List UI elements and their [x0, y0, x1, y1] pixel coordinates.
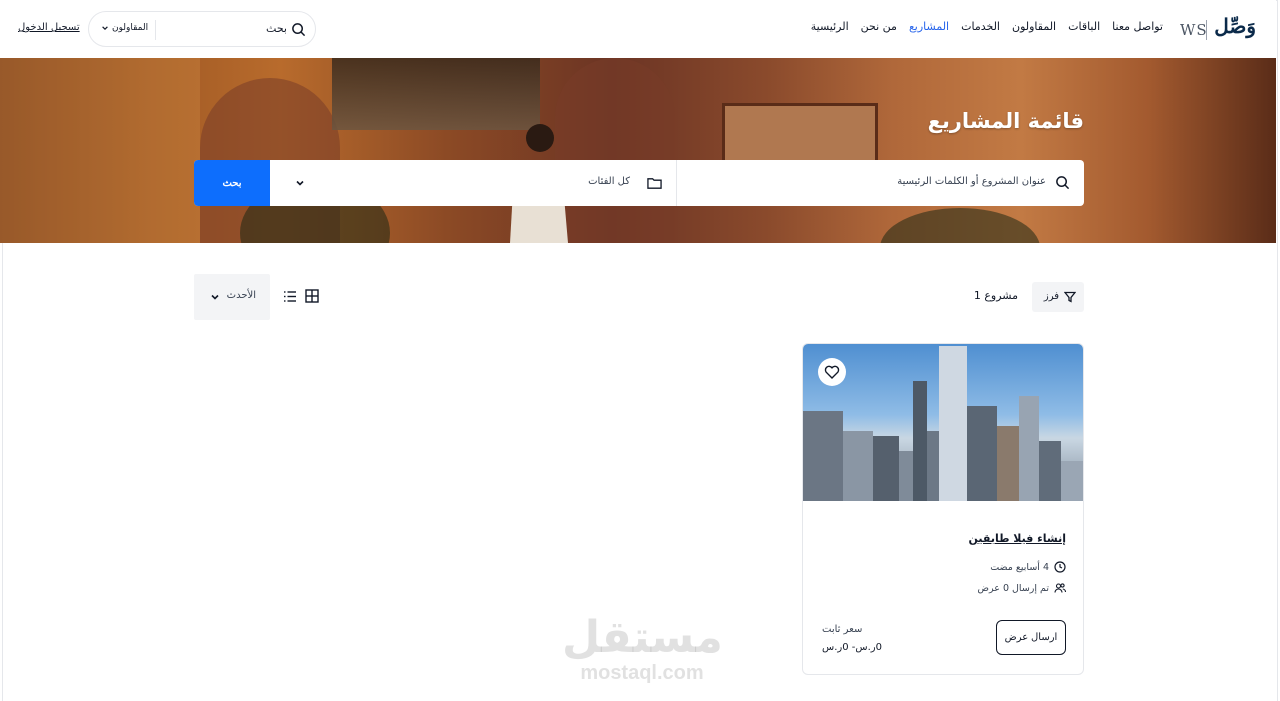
site-logo[interactable]: وَصِّل WS — [1180, 14, 1256, 44]
watermark-arabic: مستقل — [562, 612, 723, 663]
filter-icon — [1064, 291, 1076, 303]
header-search[interactable]: بحث المقاولون — [88, 11, 316, 47]
nav-contractors[interactable]: المقاولون — [1012, 20, 1056, 33]
filter-button-label: فرز — [1043, 291, 1059, 302]
city-building — [939, 346, 967, 501]
chevron-down-icon — [211, 294, 219, 300]
header-search-category-label: المقاولون — [112, 23, 149, 33]
page-title: قائمة المشاريع — [927, 109, 1084, 133]
nav-contact[interactable]: تواصل معنا — [1112, 20, 1163, 33]
city-building — [927, 431, 939, 501]
project-offers-count: تم إرسال 0 عرض — [978, 582, 1066, 594]
logo-arabic-text: وَصِّل — [1214, 14, 1256, 38]
nav-packages[interactable]: الباقات — [1068, 20, 1100, 33]
sort-select[interactable]: الأحدث — [194, 274, 270, 320]
nav-projects[interactable]: المشاريع — [909, 20, 949, 33]
heart-icon — [824, 365, 840, 379]
results-count: مشروع 1 — [973, 289, 1018, 302]
hero-bg-plant — [880, 208, 1040, 243]
watermark-latin: mostaql.com — [580, 662, 704, 684]
list-view-icon[interactable] — [283, 290, 297, 303]
city-building — [803, 411, 843, 501]
chevron-down-icon — [102, 26, 108, 31]
hero-bg-wall — [0, 58, 200, 243]
city-building — [1061, 461, 1083, 501]
project-posted-text: 4 أسابيع مضت — [990, 561, 1049, 573]
mostaql-watermark: مستقل mostaql.com — [562, 612, 723, 688]
logo-latin-text: WS — [1180, 21, 1208, 39]
top-header: وَصِّل WS الرئيسية من نحن المشاريع الخدم… — [0, 0, 1276, 58]
folder-icon — [647, 178, 662, 189]
search-button[interactable]: بحث — [194, 160, 270, 206]
filter-button[interactable]: فرز — [1032, 282, 1084, 312]
category-select[interactable]: كل الفئات — [588, 176, 630, 187]
hero-banner: قائمة المشاريع عنوان المشروع أو الكلمات … — [0, 58, 1276, 243]
keyword-input[interactable]: عنوان المشروع أو الكلمات الرئيسية — [897, 176, 1046, 187]
city-building — [1039, 441, 1061, 501]
city-building — [913, 381, 927, 501]
project-image — [803, 344, 1083, 501]
header-search-divider — [155, 20, 156, 40]
city-building — [997, 426, 1019, 501]
grid-view-icon[interactable] — [305, 289, 319, 303]
clock-icon — [1054, 561, 1066, 573]
send-offer-button[interactable]: ارسال عرض — [996, 620, 1066, 655]
search-icon — [292, 23, 306, 37]
city-building — [1019, 396, 1039, 501]
project-search-bar: عنوان المشروع أو الكلمات الرئيسية كل الف… — [194, 160, 1084, 206]
price-type: سعر ثابت — [822, 624, 863, 635]
sort-select-label: الأحدث — [226, 290, 256, 301]
search-bar-divider — [676, 160, 677, 206]
price-range: 0ر.س- 0ر.س — [822, 642, 882, 653]
project-card[interactable]: إنشاء فيلا طابقين 4 أسابيع مضت تم إرسال … — [802, 343, 1084, 675]
header-search-category-select[interactable]: المقاولون — [101, 23, 148, 33]
city-building — [967, 406, 997, 501]
main-nav: الرئيسية من نحن المشاريع الخدمات المقاول… — [811, 20, 1163, 33]
nav-home[interactable]: الرئيسية — [811, 20, 849, 33]
project-posted-time: 4 أسابيع مضت — [990, 561, 1066, 573]
project-offers-text: تم إرسال 0 عرض — [977, 582, 1049, 594]
city-building — [843, 431, 873, 501]
search-icon — [1056, 176, 1070, 190]
nav-about[interactable]: من نحن — [861, 20, 897, 33]
nav-services[interactable]: الخدمات — [961, 20, 1000, 33]
header-search-input[interactable]: بحث — [266, 22, 287, 35]
login-link[interactable]: تسجيل الدخول — [18, 22, 80, 33]
favorite-button[interactable] — [818, 358, 846, 386]
chevron-down-icon[interactable] — [295, 178, 305, 188]
project-title[interactable]: إنشاء فيلا طابقين — [969, 532, 1066, 545]
city-building — [873, 436, 899, 501]
users-icon — [1054, 583, 1066, 593]
